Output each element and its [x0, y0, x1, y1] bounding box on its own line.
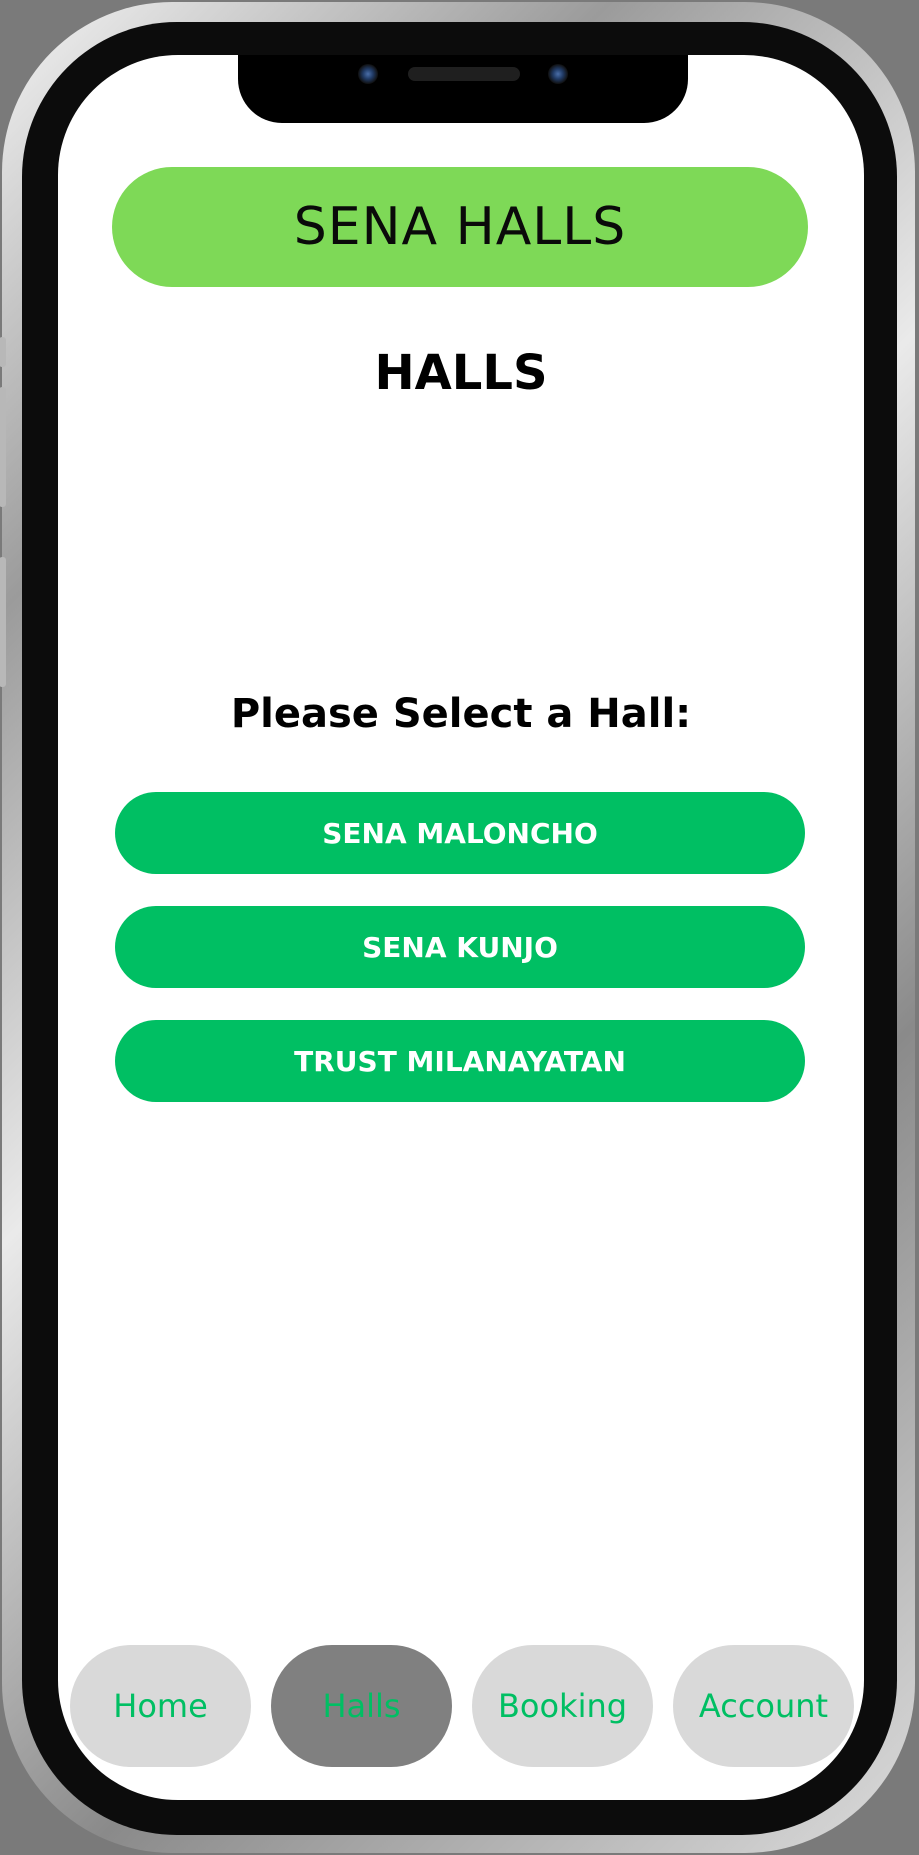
brand-banner: SENA HALLS — [112, 167, 808, 287]
hall-button-trust-milanayatan[interactable]: TRUST MILANAYATAN — [115, 1020, 805, 1102]
hall-button-label: SENA MALONCHO — [322, 816, 598, 850]
hall-button-sena-maloncho[interactable]: SENA MALONCHO — [115, 792, 805, 874]
nav-item-label: Account — [698, 1687, 829, 1725]
hall-button-label: TRUST MILANAYATAN — [294, 1044, 626, 1078]
nav-item-account[interactable]: Account — [673, 1645, 854, 1767]
phone-notch — [238, 55, 688, 123]
nav-item-label: Booking — [497, 1687, 628, 1725]
nav-item-halls[interactable]: Halls — [271, 1645, 452, 1767]
speaker-grille — [408, 67, 520, 81]
nav-item-label: Halls — [322, 1687, 401, 1725]
nav-item-home[interactable]: Home — [70, 1645, 251, 1767]
phone-side-button — [0, 337, 6, 367]
phone-side-button — [0, 557, 6, 687]
nav-item-booking[interactable]: Booking — [472, 1645, 653, 1767]
hall-button-sena-kunjo[interactable]: SENA KUNJO — [115, 906, 805, 988]
hall-button-label: SENA KUNJO — [362, 930, 558, 964]
sensor-icon — [548, 64, 568, 84]
brand-title: SENA HALLS — [293, 197, 627, 257]
nav-item-label: Home — [113, 1687, 208, 1725]
app-screen: SENA HALLS HALLS Please Select a Hall: S… — [58, 55, 864, 1800]
page-title: HALLS — [374, 345, 548, 401]
select-hall-prompt: Please Select a Hall: — [230, 691, 692, 737]
phone-side-button — [0, 387, 6, 507]
camera-icon — [358, 64, 378, 84]
